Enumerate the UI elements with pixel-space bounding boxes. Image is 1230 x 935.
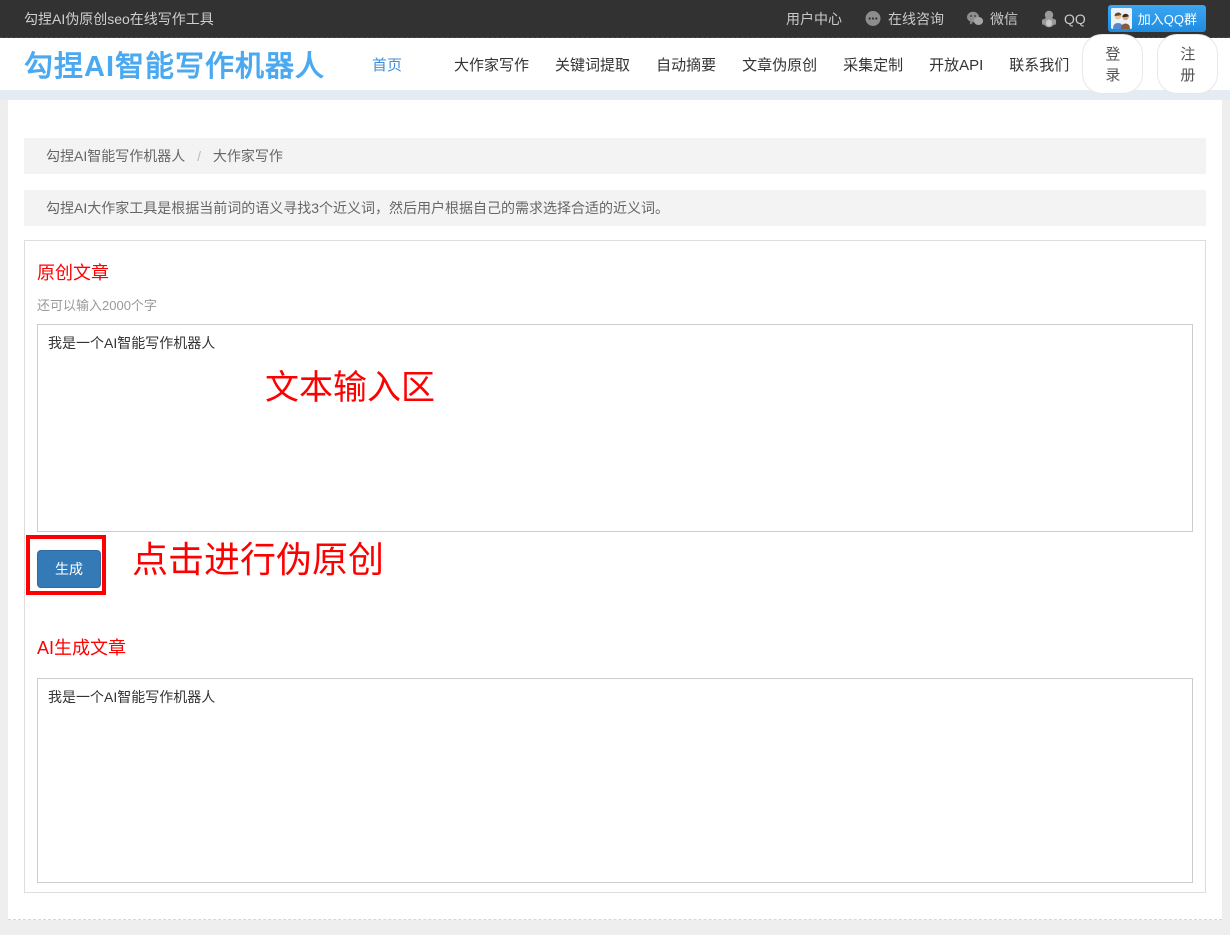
char-counter: 还可以输入2000个字 (37, 295, 1193, 314)
login-button[interactable]: 登录 (1082, 34, 1143, 94)
source-textarea-wrap: 我是一个AI智能写作机器人 文本输入区 (37, 324, 1193, 532)
result-textarea[interactable]: 我是一个AI智能写作机器人 (37, 678, 1193, 883)
tool-description: 勾捏AI大作家工具是根据当前词的语义寻找3个近义词，然后用户根据自己的需求选择合… (24, 190, 1206, 226)
editor-panel: 原创文章 还可以输入2000个字 我是一个AI智能写作机器人 文本输入区 生成 … (24, 240, 1206, 893)
generate-button[interactable]: 生成 (37, 550, 101, 588)
source-article-heading: 原创文章 (37, 259, 1193, 285)
breadcrumb-current: 大作家写作 (213, 148, 283, 164)
wechat-link[interactable]: 微信 (966, 9, 1018, 29)
breadcrumb: 勾捏AI智能写作机器人 / 大作家写作 (24, 138, 1206, 174)
topbar: 勾捏AI伪原创seo在线写作工具 用户中心 在线咨询 微信 QQ 加入QQ群 (0, 0, 1230, 38)
nav-open-api[interactable]: 开放API (916, 46, 996, 83)
auth-buttons: 登录 注册 (1082, 34, 1218, 94)
breadcrumb-home-link[interactable]: 勾捏AI智能写作机器人 (46, 148, 185, 164)
nav-writer[interactable]: 大作家写作 (441, 46, 542, 83)
result-textarea-wrap: 我是一个AI智能写作机器人 (37, 678, 1193, 883)
generate-button-row: 生成 点击进行伪原创 (37, 550, 1193, 586)
header: 勾捏AI智能写作机器人 首页 大作家写作 关键词提取 自动摘要 文章伪原创 采集… (0, 38, 1230, 100)
nav-contact[interactable]: 联系我们 (996, 46, 1082, 83)
qq-group-avatars-icon (1111, 8, 1132, 29)
nav-auto-summary[interactable]: 自动摘要 (643, 46, 729, 83)
wechat-icon (966, 10, 984, 28)
qq-link[interactable]: QQ (1040, 10, 1086, 28)
nav-keyword-extract[interactable]: 关键词提取 (542, 46, 643, 83)
page-container: 勾捏AI智能写作机器人 / 大作家写作 勾捏AI大作家工具是根据当前词的语义寻找… (8, 100, 1222, 920)
online-service-link[interactable]: 在线咨询 (864, 9, 944, 29)
user-center-link[interactable]: 用户中心 (786, 9, 842, 29)
site-logo: 勾捏AI智能写作机器人 (24, 43, 325, 85)
topbar-right: 用户中心 在线咨询 微信 QQ 加入QQ群 (786, 5, 1206, 32)
register-button[interactable]: 注册 (1157, 34, 1218, 94)
source-textarea[interactable]: 我是一个AI智能写作机器人 (37, 324, 1193, 532)
site-title: 勾捏AI伪原创seo在线写作工具 (24, 9, 214, 29)
main-nav: 首页 大作家写作 关键词提取 自动摘要 文章伪原创 采集定制 开放API 联系我… (359, 46, 1082, 83)
result-article-heading: AI生成文章 (37, 634, 1193, 660)
join-qq-group-button[interactable]: 加入QQ群 (1108, 5, 1206, 32)
nav-home[interactable]: 首页 (359, 46, 415, 83)
nav-collect-custom[interactable]: 采集定制 (830, 46, 916, 83)
chat-bubble-icon (864, 10, 882, 28)
nav-article-rewrite[interactable]: 文章伪原创 (729, 46, 830, 83)
qq-penguin-icon (1040, 10, 1058, 28)
click-hint-annotation: 点击进行伪原创 (132, 531, 384, 583)
breadcrumb-separator: / (197, 148, 201, 164)
